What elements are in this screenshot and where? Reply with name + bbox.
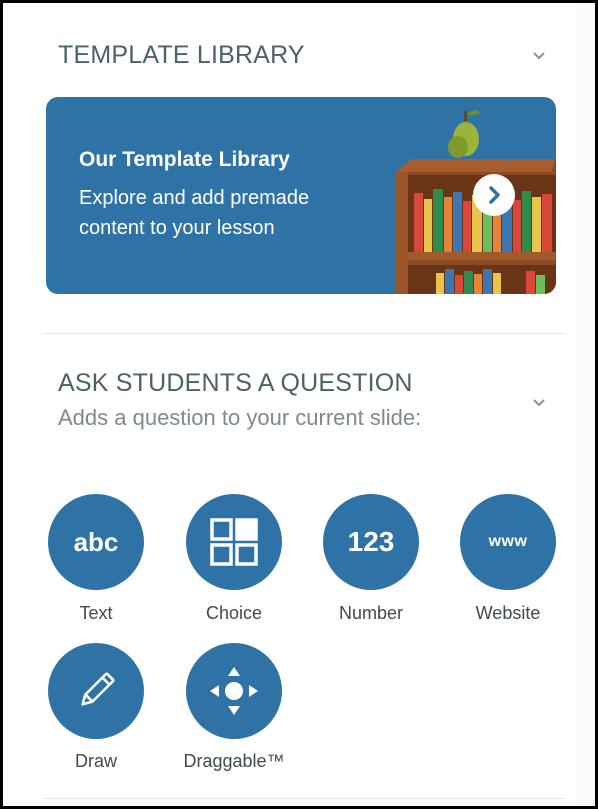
template-library-card[interactable]: Our Template Library Explore and add pre… <box>46 97 556 294</box>
text-question-label: Text <box>79 603 113 623</box>
sidebar-frame: TEMPLATE LIBRARY Our Template Library Ex… <box>0 0 598 809</box>
draw-question-label: Draw <box>74 751 117 771</box>
move-arrows-icon <box>210 667 258 715</box>
website-icon: www <box>488 533 528 550</box>
website-question-button[interactable]: www <box>460 494 556 590</box>
number-icon: 123 <box>347 526 395 557</box>
chevron-down-icon[interactable] <box>533 397 545 409</box>
ask-question-header[interactable]: ASK STUDENTS A QUESTION <box>58 369 413 398</box>
template-library-card-title: Our Template Library <box>79 148 290 171</box>
pencil-icon <box>81 672 115 706</box>
section-divider <box>43 333 565 334</box>
next-arrow-button[interactable] <box>473 174 515 216</box>
abc-text-icon: abc <box>73 526 119 557</box>
template-library-header[interactable]: TEMPLATE LIBRARY <box>58 41 305 70</box>
grid-choice-icon <box>210 518 258 566</box>
choice-question-button[interactable] <box>186 494 282 590</box>
template-library-card-description: Explore and add premade content to your … <box>79 187 310 239</box>
draw-question-button[interactable] <box>48 643 144 739</box>
choice-question-label: Choice <box>205 603 263 623</box>
draggable-question-label: Draggable™ <box>183 751 285 771</box>
bookshelf-illustration <box>396 110 556 294</box>
ask-question-subtitle: Adds a question to your current slide: <box>58 405 422 430</box>
right-edge-strip <box>574 3 595 806</box>
text-question-button[interactable]: abc <box>48 494 144 590</box>
add-content-panel: TEMPLATE LIBRARY Our Template Library Ex… <box>3 3 575 806</box>
number-question-button[interactable]: 123 <box>323 494 419 590</box>
number-question-label: Number <box>338 603 404 623</box>
chevron-right-icon <box>489 186 500 204</box>
website-question-label: Website <box>475 603 541 623</box>
chevron-down-icon[interactable] <box>533 50 545 62</box>
section-divider <box>43 798 565 799</box>
draggable-question-button[interactable] <box>186 643 282 739</box>
